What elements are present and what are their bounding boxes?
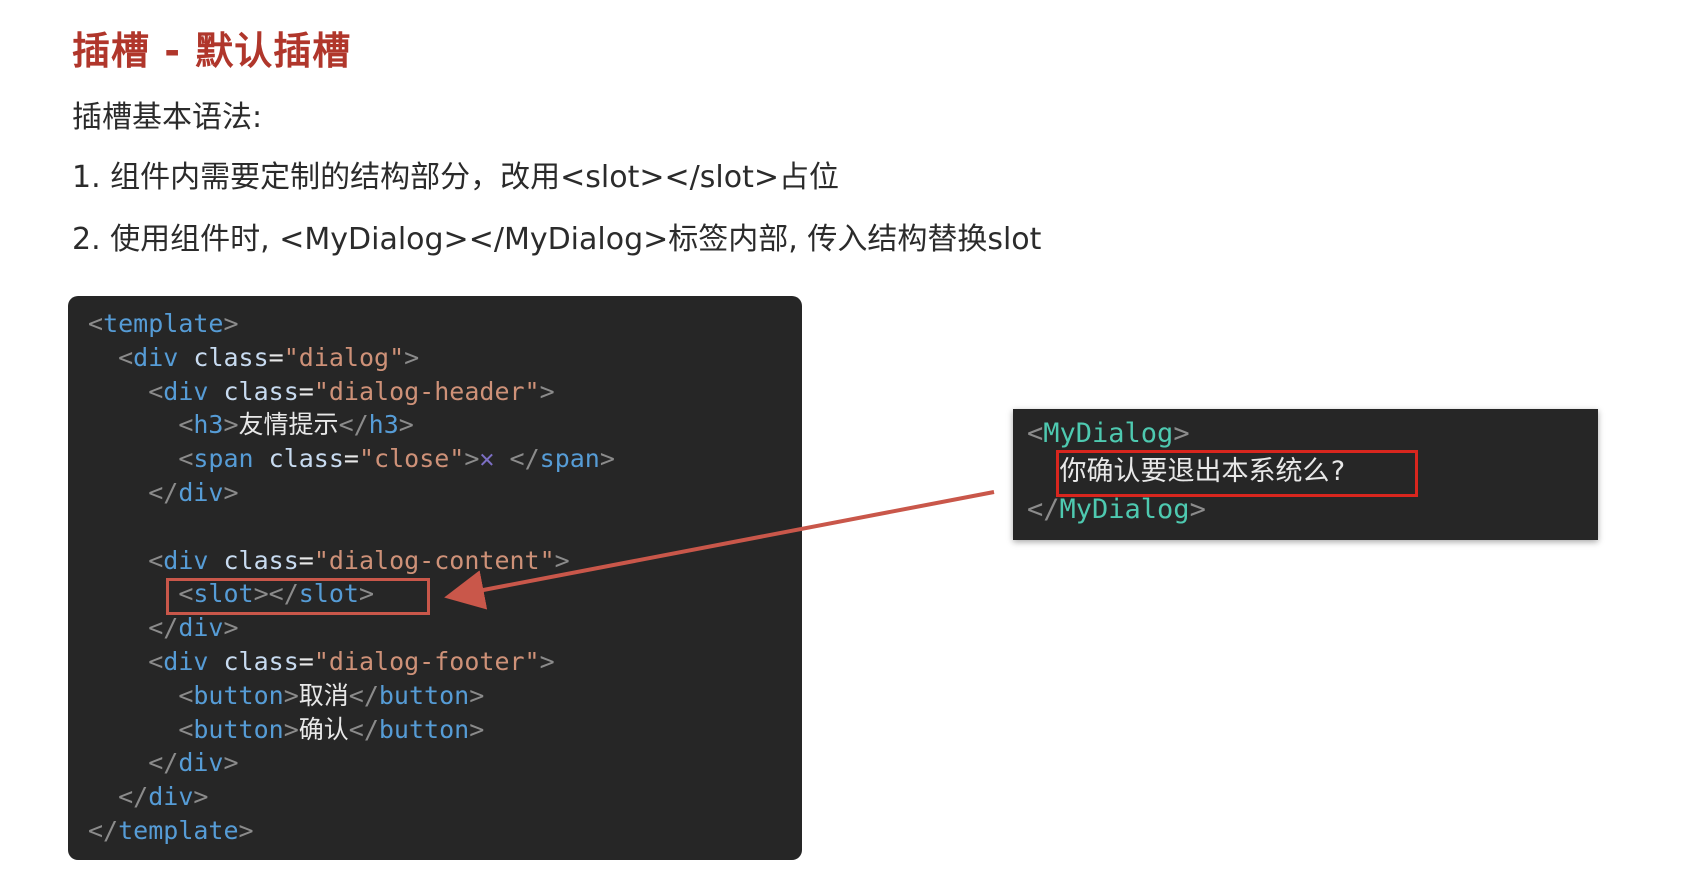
replacement-arrow — [444, 490, 995, 610]
